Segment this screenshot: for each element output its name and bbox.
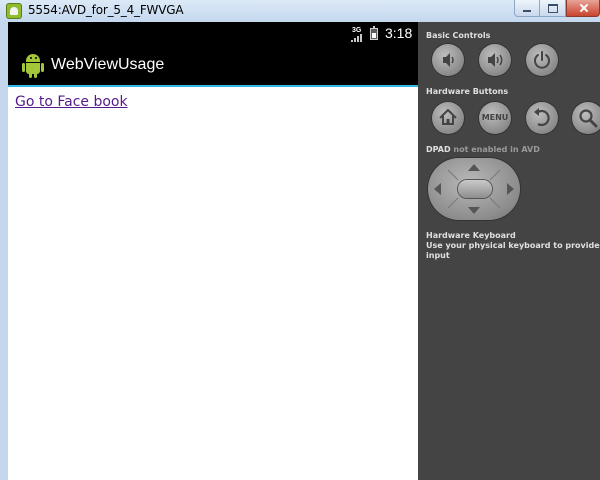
action-bar: WebViewUsage [8,46,418,86]
volume-up-icon [488,53,503,67]
status-clock: 3:18 [385,25,413,41]
hardware-buttons-label: Hardware Buttons [426,87,509,96]
web-view[interactable]: Go to Face book [8,87,418,480]
dpad-title: DPAD [426,145,451,154]
search-button[interactable] [572,102,600,134]
close-button[interactable] [566,0,600,17]
back-icon [534,108,550,127]
dpad-label: DPAD not enabled in AVD [426,145,540,154]
dpad-control[interactable] [428,158,520,220]
emulator-app-icon [6,3,22,19]
minimize-button[interactable] [514,0,540,17]
hardware-keyboard-info: Hardware Keyboard Use your physical keyb… [426,231,600,261]
search-icon [579,109,598,128]
status-bar: 3G 3:18 [8,22,418,46]
signal-icon [351,34,363,42]
power-icon [534,51,550,69]
app-title: WebViewUsage [51,56,165,73]
battery-icon [370,26,378,40]
device-frame: 3G 3:18 WebViewUsage Go to Face book [0,22,418,480]
window-title-bar[interactable]: 5554:AVD_for_5_4_FWVGA [0,0,600,23]
maximize-button[interactable] [540,0,566,17]
back-button[interactable] [526,102,558,134]
dpad-center-button[interactable] [458,180,492,198]
hardware-keyboard-label: Hardware Keyboard [426,231,516,240]
menu-button[interactable]: MENU [479,102,511,134]
facebook-link[interactable]: Go to Face book [15,94,128,110]
window-title: 5554:AVD_for_5_4_FWVGA [28,3,184,17]
home-button[interactable] [432,102,464,134]
android-robot-icon [21,53,45,79]
volume-up-button[interactable] [479,44,511,76]
basic-controls-label: Basic Controls [426,31,491,40]
dpad-status: not enabled in AVD [453,145,540,154]
volume-down-button[interactable] [432,44,464,76]
hardware-keyboard-note: Use your physical keyboard to provide in… [426,241,600,260]
menu-button-label: MENU [481,113,509,122]
volume-down-icon [443,53,454,67]
home-icon [439,109,457,125]
power-button[interactable] [526,44,558,76]
network-type-label: 3G [352,27,362,34]
emulator-control-panel: Basic Controls Hardware Buttons MENU DPA… [418,22,600,480]
device-screen[interactable]: 3G 3:18 WebViewUsage Go to Face book [8,22,418,480]
